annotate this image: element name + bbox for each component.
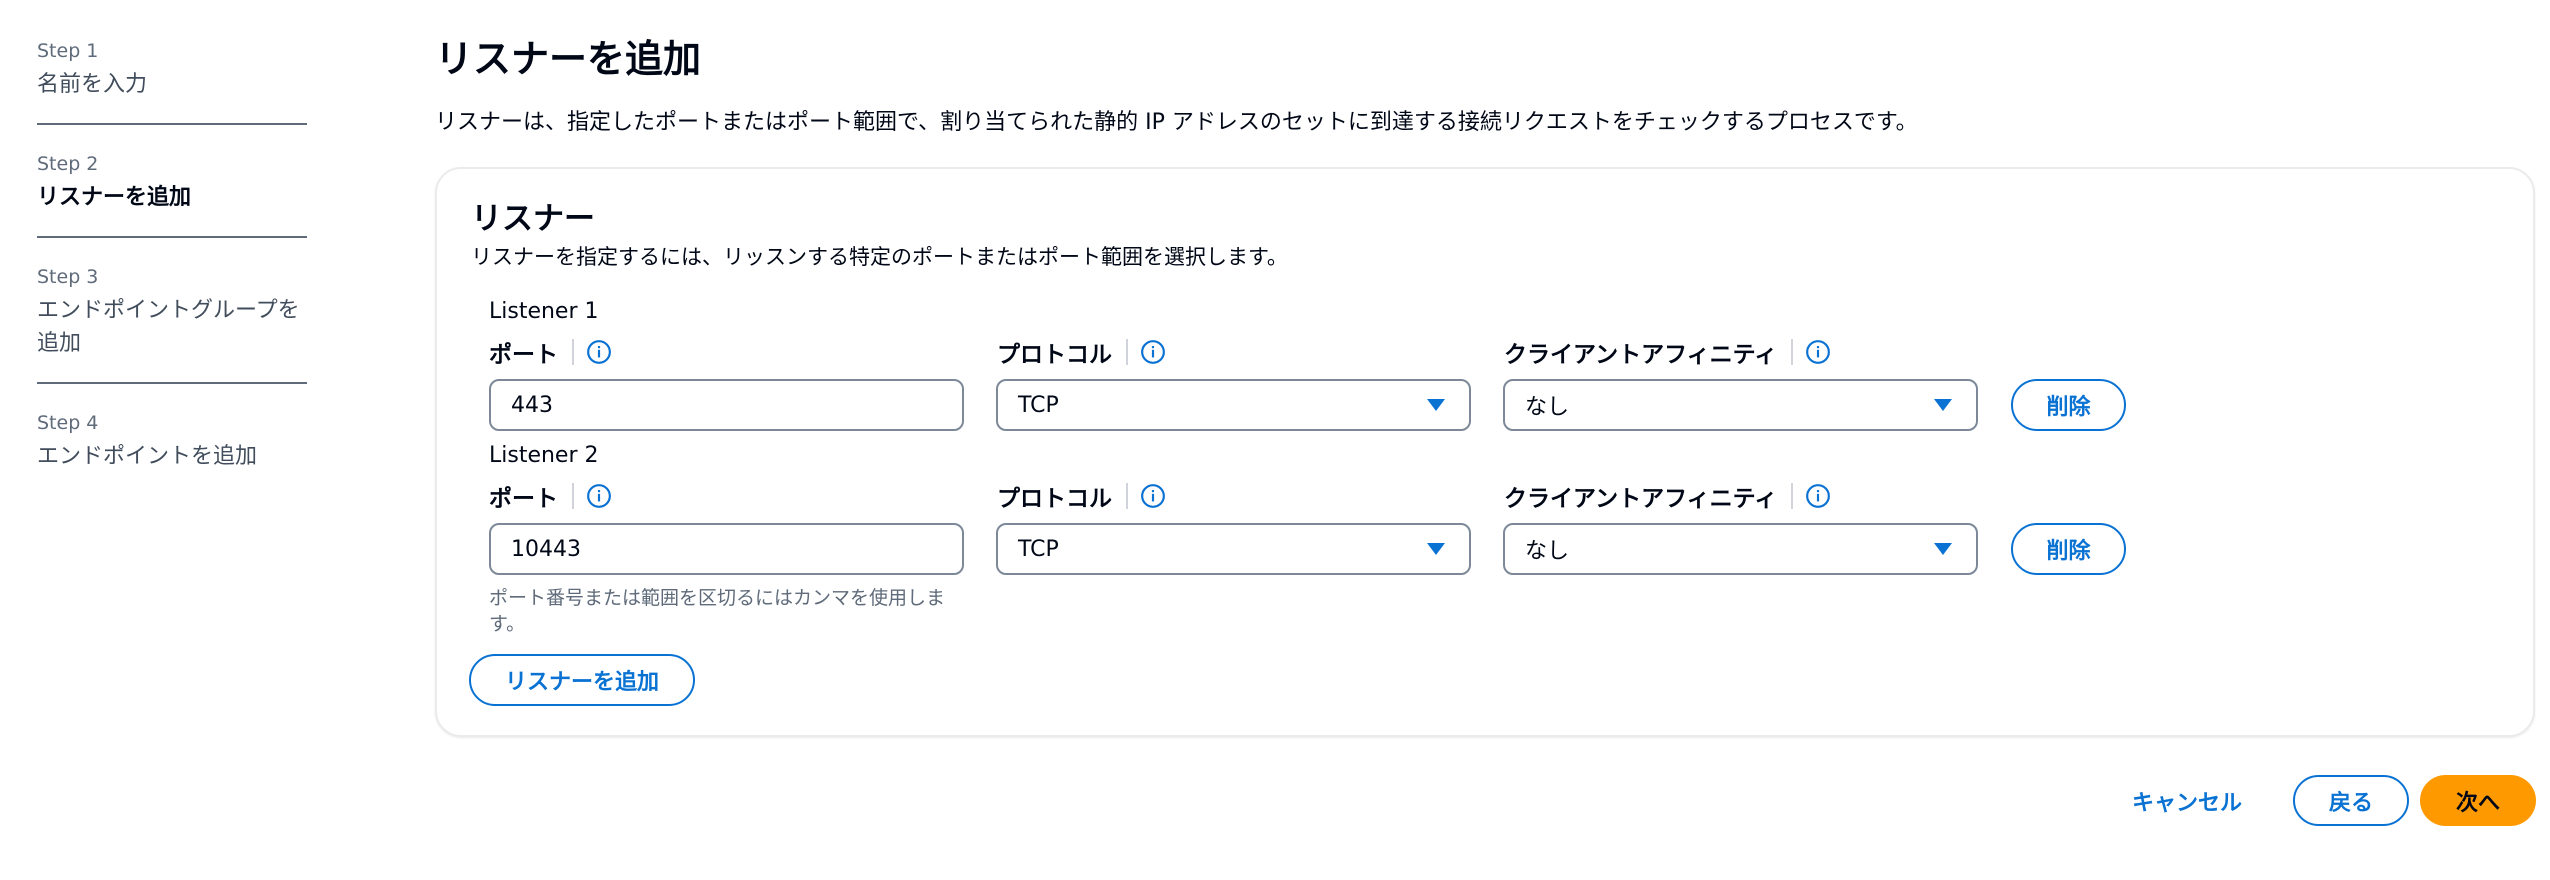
listener-row: Listener 2 ポート プロトコル クライアントアフィニティ 10443 … xyxy=(489,443,2189,635)
caret-down-icon xyxy=(1427,399,1445,411)
step-label: エンドポイントグループを追加 xyxy=(37,298,300,356)
remove-listener-button[interactable]: 削除 xyxy=(2011,523,2126,575)
info-icon[interactable] xyxy=(586,339,612,365)
info-icon[interactable] xyxy=(586,483,612,509)
caret-down-icon xyxy=(1427,543,1445,555)
wizard-step-1[interactable]: Step 1 名前を入力 xyxy=(37,30,307,125)
back-button[interactable]: 戻る xyxy=(2293,775,2409,826)
client-affinity-label: クライアントアフィニティ xyxy=(1504,479,1831,513)
divider xyxy=(1791,483,1794,509)
next-button[interactable]: 次へ xyxy=(2420,775,2536,826)
wizard-steps-nav: Step 1 名前を入力 Step 2 リスナーを追加 Step 3 エンドポイ… xyxy=(37,30,307,513)
protocol-label: プロトコル xyxy=(997,479,1166,513)
info-icon[interactable] xyxy=(1805,339,1831,365)
step-number: Step 2 xyxy=(37,153,99,175)
protocol-label: プロトコル xyxy=(997,335,1166,369)
affinity-label-text: クライアントアフィニティ xyxy=(1504,486,1778,512)
listener-title: Listener 2 xyxy=(489,443,599,468)
listener-title: Listener 1 xyxy=(489,299,599,324)
add-listener-button[interactable]: リスナーを追加 xyxy=(469,654,695,706)
listeners-panel: リスナー リスナーを指定するには、リッスンする特定のポートまたはポート範囲を選択… xyxy=(435,167,2535,737)
info-icon[interactable] xyxy=(1140,483,1166,509)
protocol-value: TCP xyxy=(1018,392,1059,418)
step-number: Step 1 xyxy=(37,40,99,62)
affinity-value: なし xyxy=(1525,539,1570,564)
wizard-step-4: Step 4 エンドポイントを追加 xyxy=(37,402,307,495)
panel-description: リスナーを指定するには、リッスンする特定のポートまたはポート範囲を選択します。 xyxy=(471,245,1288,269)
cancel-button[interactable]: キャンセル xyxy=(2132,785,2242,817)
protocol-value: TCP xyxy=(1018,536,1059,562)
client-affinity-label: クライアントアフィニティ xyxy=(1504,335,1831,369)
step-label[interactable]: 名前を入力 xyxy=(37,68,307,101)
protocol-select[interactable]: TCP xyxy=(996,523,1471,575)
port-label: ポート xyxy=(489,335,612,369)
caret-down-icon xyxy=(1934,543,1952,555)
port-input[interactable]: 10443 xyxy=(489,523,964,575)
port-label-text: ポート xyxy=(489,486,558,512)
port-label: ポート xyxy=(489,479,612,513)
port-label-text: ポート xyxy=(489,342,558,368)
step-number: Step 4 xyxy=(37,412,99,434)
client-affinity-select[interactable]: なし xyxy=(1503,523,1978,575)
panel-title: リスナー xyxy=(471,201,595,237)
step-number: Step 3 xyxy=(37,266,99,288)
protocol-label-text: プロトコル xyxy=(997,486,1112,512)
caret-down-icon xyxy=(1934,399,1952,411)
affinity-value: なし xyxy=(1525,395,1570,420)
page-title: リスナーを追加 xyxy=(435,37,702,81)
client-affinity-select[interactable]: なし xyxy=(1503,379,1978,431)
step-label-current: リスナーを追加 xyxy=(37,185,192,210)
protocol-select[interactable]: TCP xyxy=(996,379,1471,431)
remove-listener-button[interactable]: 削除 xyxy=(2011,379,2126,431)
wizard-step-3: Step 3 エンドポイントグループを追加 xyxy=(37,256,307,384)
page-description: リスナーは、指定したポートまたはポート範囲で、割り当てられた静的 IP アドレス… xyxy=(435,110,1918,135)
step-label: エンドポイントを追加 xyxy=(37,444,258,469)
port-hint-text: ポート番号または範囲を区切るにはカンマを使用します。 xyxy=(489,587,946,635)
affinity-label-text: クライアントアフィニティ xyxy=(1504,342,1778,368)
divider xyxy=(572,483,574,509)
divider xyxy=(1791,339,1794,365)
divider xyxy=(1126,483,1128,509)
port-input[interactable]: 443 xyxy=(489,379,964,431)
info-icon[interactable] xyxy=(1805,483,1831,509)
listener-row: Listener 1 ポート プロトコル クライアントアフィニティ 443 TC… xyxy=(489,299,2189,431)
divider xyxy=(1126,339,1128,365)
port-value: 10443 xyxy=(511,536,581,562)
info-icon[interactable] xyxy=(1140,339,1166,365)
port-value: 443 xyxy=(511,392,553,418)
wizard-step-2: Step 2 リスナーを追加 xyxy=(37,143,307,238)
divider xyxy=(572,339,574,365)
protocol-label-text: プロトコル xyxy=(997,342,1112,368)
